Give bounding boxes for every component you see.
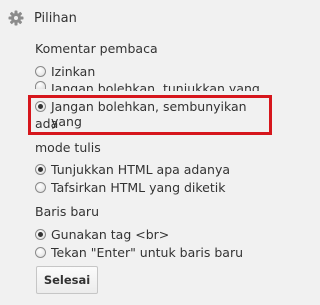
- linebreak-section-title: Baris baru: [35, 204, 99, 219]
- done-button[interactable]: Selesai: [36, 266, 98, 294]
- panel-title: Pilihan: [34, 10, 77, 26]
- radio-option-allow[interactable]: Izinkan: [35, 64, 267, 79]
- radio-button[interactable]: [35, 182, 46, 193]
- radio-option-use-br[interactable]: Gunakan tag <br>: [35, 227, 267, 242]
- radio-button[interactable]: [35, 81, 46, 89]
- mode-section-title: mode tulis: [35, 140, 101, 155]
- radio-option-show-html[interactable]: Tunjukkan HTML apa adanya: [35, 162, 267, 177]
- radio-label: Tunjukkan HTML apa adanya: [51, 162, 231, 177]
- radio-button[interactable]: [35, 229, 46, 240]
- radio-label: Gunakan tag <br>: [51, 227, 170, 242]
- highlight-box: [28, 95, 272, 135]
- radio-option-disallow-show[interactable]: Jangan bolehkan, tunjukkan yang ada: [35, 81, 267, 91]
- radio-label: Tafsirkan HTML yang diketik: [51, 180, 226, 195]
- radio-label: Jangan bolehkan, tunjukkan yang ada: [51, 81, 260, 91]
- comment-section-title: Komentar pembaca: [35, 41, 158, 56]
- radio-button[interactable]: [35, 247, 46, 258]
- radio-option-enter-newline[interactable]: Tekan "Enter" untuk baris baru: [35, 245, 267, 260]
- gear-icon: [8, 10, 24, 26]
- radio-button[interactable]: [35, 164, 46, 175]
- panel-header: Pilihan: [8, 10, 77, 26]
- radio-button[interactable]: [35, 66, 46, 77]
- radio-label: Tekan "Enter" untuk baris baru: [51, 245, 244, 260]
- radio-option-interpret-html[interactable]: Tafsirkan HTML yang diketik: [35, 180, 267, 195]
- radio-label: Izinkan: [51, 64, 96, 79]
